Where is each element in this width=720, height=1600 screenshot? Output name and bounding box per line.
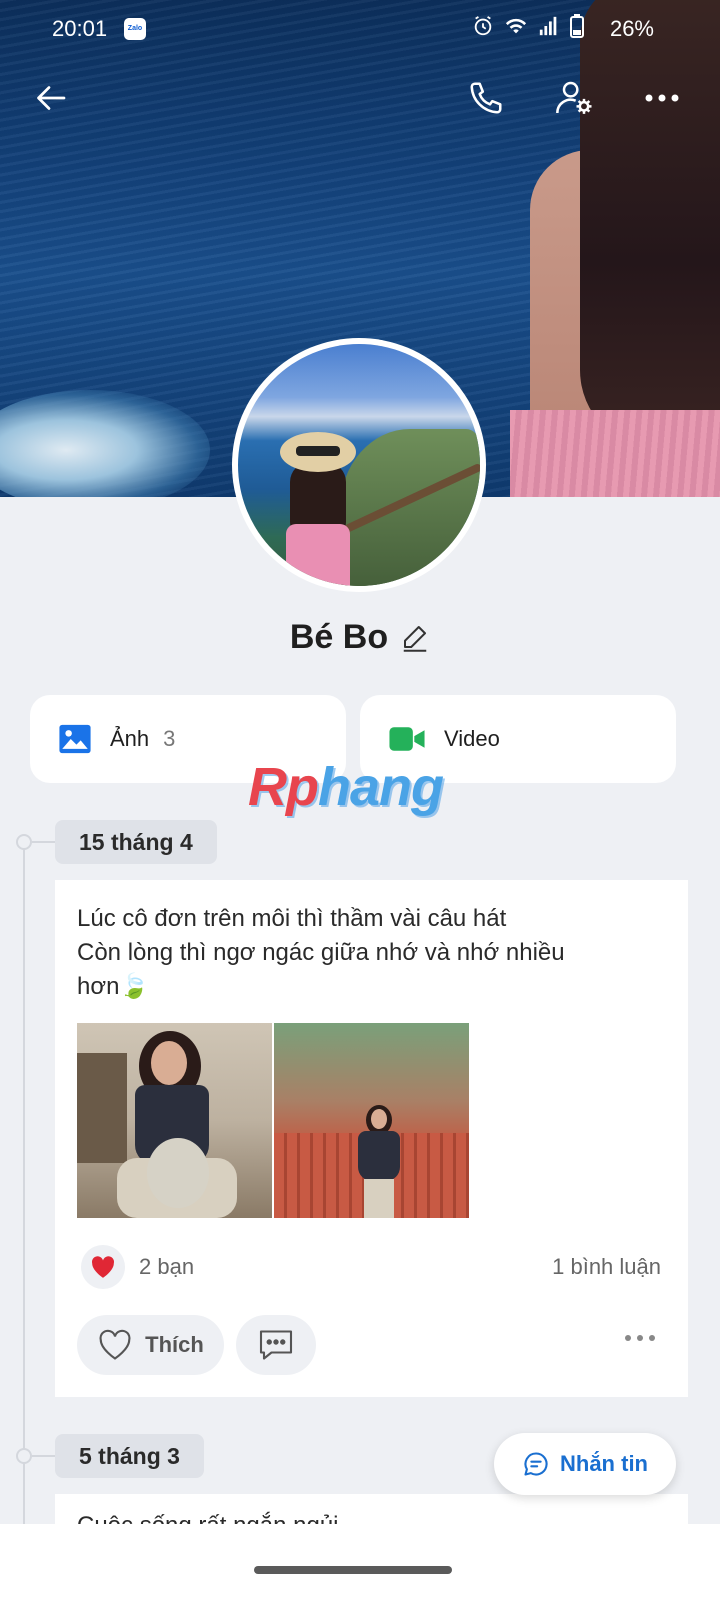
heart-icon: [92, 1256, 115, 1278]
likes-count[interactable]: 2 bạn: [139, 1254, 194, 1280]
timeline-dot: [16, 834, 32, 850]
post-text: Lúc cô đơn trên môi thì thầm vài câu hát…: [77, 902, 667, 1004]
send-message-label: Nhắn tin: [560, 1451, 648, 1476]
profile-name: Bé Bo: [289, 617, 389, 656]
heart-reaction[interactable]: [81, 1245, 125, 1289]
home-gesture-handle[interactable]: [254, 1566, 452, 1574]
battery-percent: 26%: [609, 16, 654, 41]
user-settings-icon: [556, 81, 592, 114]
like-label: Thích: [145, 1332, 204, 1357]
timeline-date-chip: 5 tháng 3: [55, 1434, 204, 1478]
post-photo[interactable]: [274, 1023, 469, 1218]
edit-pencil-icon[interactable]: [400, 622, 430, 652]
more-options-button[interactable]: [634, 70, 690, 126]
photos-count: 3: [163, 726, 176, 751]
like-button[interactable]: Thích: [77, 1315, 224, 1375]
heart-outline-icon: [99, 1329, 131, 1360]
wifi-icon: [505, 18, 527, 34]
timeline-dot: [16, 1448, 32, 1464]
watermark-logo: Rphang: [248, 757, 444, 817]
profile-avatar[interactable]: [232, 338, 486, 592]
zalo-notification-icon: Zalo: [124, 18, 146, 40]
back-button[interactable]: [24, 70, 80, 126]
photo-gallery-icon: [59, 724, 91, 754]
system-nav-bar: [0, 1524, 720, 1600]
chat-bubble-icon: [524, 1452, 548, 1476]
timeline-connector: [32, 841, 56, 843]
post-photo[interactable]: [77, 1023, 272, 1218]
comments-count[interactable]: 1 bình luận: [552, 1254, 661, 1280]
back-arrow-icon: [37, 86, 66, 110]
timeline-post[interactable]: Lúc cô đơn trên môi thì thầm vài câu hát…: [55, 880, 688, 1397]
post-text-line: hơn🍃: [77, 973, 150, 1000]
comment-button[interactable]: [236, 1315, 316, 1375]
comment-icon: [259, 1330, 293, 1360]
video-camera-icon: [389, 727, 425, 751]
post-reactions: 2 bạn 1 bình luận: [81, 1245, 661, 1289]
videos-label: Video: [444, 726, 500, 751]
battery-icon: [570, 14, 584, 38]
photos-label: Ảnh: [110, 726, 150, 751]
avatar-photo: [238, 344, 480, 586]
profile-name-row: Bé Bo: [0, 612, 720, 662]
status-bar: 20:01 Zalo 26%: [0, 0, 720, 60]
timeline-date-chip: 15 tháng 4: [55, 820, 217, 864]
status-time: 20:01: [52, 16, 108, 41]
post-actions: Thích: [77, 1315, 667, 1375]
alarm-icon: [474, 16, 492, 36]
phone-icon: [470, 82, 502, 114]
post-text-line: Lúc cô đơn trên môi thì thầm vài câu hát: [77, 905, 507, 932]
top-action-bar: [0, 70, 720, 140]
post-more-icon[interactable]: [623, 1333, 657, 1343]
profile-settings-button[interactable]: [546, 70, 602, 126]
send-message-button[interactable]: Nhắn tin: [494, 1433, 676, 1495]
call-button[interactable]: [458, 70, 514, 126]
signal-icon: [539, 16, 557, 36]
post-text-line: Còn lòng thì ngơ ngác giữa nhớ và nhớ nh…: [77, 939, 565, 966]
more-icon: [645, 94, 679, 102]
timeline-connector: [32, 1455, 56, 1457]
